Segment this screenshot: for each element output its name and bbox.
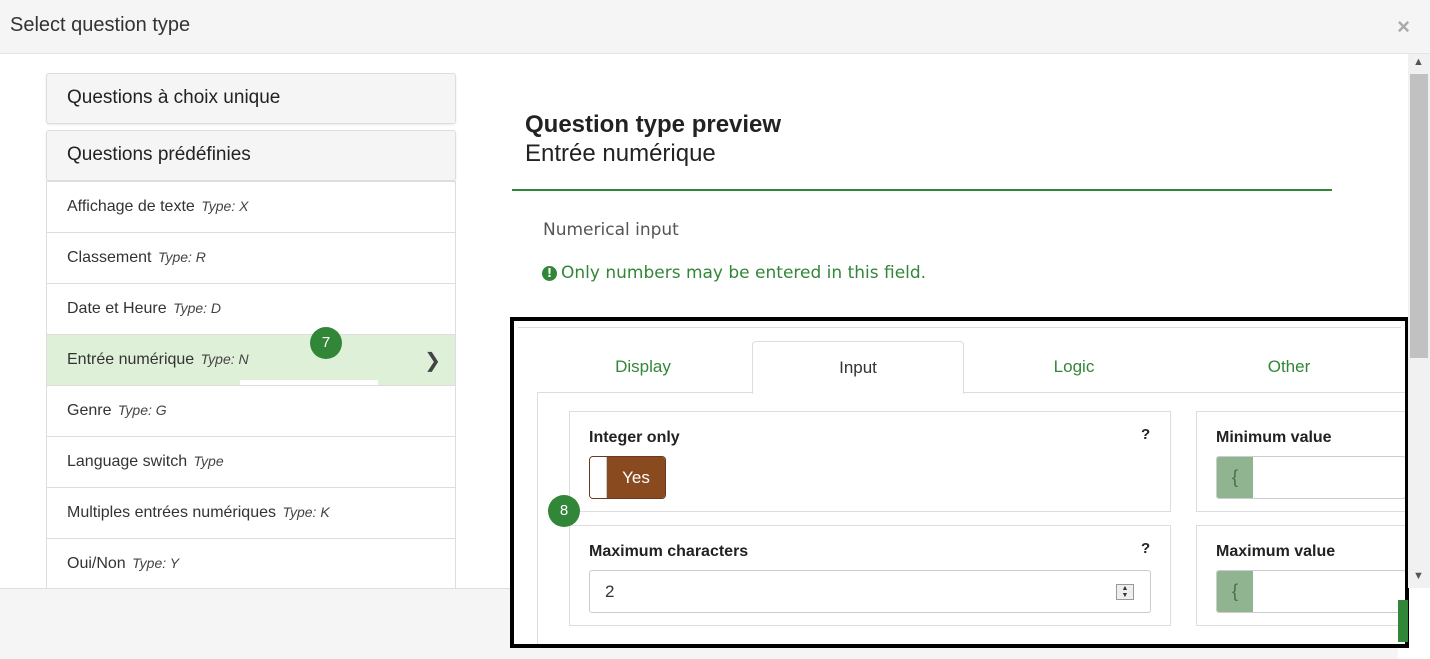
help-icon[interactable]: ? — [1141, 426, 1150, 443]
tab-input[interactable]: Input — [752, 341, 964, 394]
list-item-ranking[interactable]: Classement Type: R — [47, 232, 455, 283]
list-item-text-display[interactable]: Affichage de texte Type: X — [47, 181, 455, 232]
preview-tip: ! Only numbers may be entered in this fie… — [542, 263, 926, 283]
tab-logic[interactable]: Logic — [968, 341, 1180, 393]
question-type-list: Affichage de texte Type: X Classement Ty… — [46, 181, 456, 590]
list-item-type: Type: G — [117, 402, 167, 418]
preview-heading: Question type preview — [525, 111, 782, 138]
minimum-value-input[interactable]: { — [1216, 456, 1405, 499]
list-item-label: Genre — [67, 402, 112, 419]
list-item-label: Entrée numérique — [67, 351, 195, 368]
scrollbar-thumb[interactable] — [1410, 74, 1428, 358]
integer-only-toggle[interactable]: Yes — [589, 456, 666, 499]
tab-other[interactable]: Other — [1183, 341, 1395, 393]
list-item-yes-no[interactable]: Oui/Non Type: Y — [47, 538, 455, 589]
close-button[interactable]: × — [1397, 14, 1410, 40]
list-item-label: Language switch — [67, 453, 188, 470]
step-badge-8: 8 — [548, 495, 580, 527]
minimum-value-card: Minimum value { — [1196, 411, 1405, 512]
list-item-type: Type: X — [201, 198, 249, 214]
modal-title: Select question type — [10, 14, 191, 36]
toggle-knob — [590, 457, 607, 498]
group-single-choice[interactable]: Questions à choix unique — [46, 73, 456, 124]
list-item-label: Oui/Non — [67, 555, 126, 572]
save-button-edge[interactable] — [1398, 600, 1408, 642]
max-characters-value: 2 — [605, 582, 615, 601]
exclamation-circle-icon: ! — [542, 266, 557, 281]
toggle-on-label: Yes — [607, 457, 665, 498]
list-item-label: Affichage de texte — [67, 198, 195, 215]
list-item-type: Type: D — [173, 300, 222, 316]
list-item-multiple-numerical[interactable]: Multiples entrées numériques Type: K — [47, 487, 455, 538]
max-characters-input[interactable]: 2 ▲ ▼ — [589, 570, 1151, 613]
integer-only-card: Integer only ? Yes — [569, 411, 1171, 512]
preview-divider — [512, 189, 1332, 191]
list-item-type: Type: N — [200, 351, 249, 367]
list-item-numerical-input[interactable]: Entrée numérique Type: N ❯ — [47, 334, 455, 386]
vertical-scrollbar[interactable]: ▲ ▼ — [1408, 54, 1430, 588]
help-icon[interactable]: ? — [1141, 540, 1150, 557]
list-item-label: Classement — [67, 249, 152, 266]
list-item-type: Type: Y — [132, 555, 180, 571]
scroll-up-icon[interactable]: ▲ — [1413, 56, 1424, 68]
settings-highlight-frame: Display Input Logic Other Integer only ?… — [510, 317, 1409, 648]
maximum-value-card: Maximum value { — [1196, 525, 1405, 626]
tab-display[interactable]: Display — [537, 341, 749, 393]
list-item-type: Type — [193, 453, 224, 469]
integer-only-label: Integer only — [589, 429, 680, 446]
list-item-type: Type: R — [157, 249, 206, 265]
preview-question-text: Numerical input — [543, 220, 679, 240]
preview-subtitle: Entrée numérique — [525, 140, 716, 167]
group-predefined[interactable]: Questions prédéfinies — [46, 130, 456, 181]
max-characters-card: Maximum characters ? 2 ▲ ▼ — [569, 525, 1171, 626]
list-item-label: Date et Heure — [67, 300, 167, 317]
max-characters-label: Maximum characters — [589, 543, 749, 560]
list-item-gender[interactable]: Genre Type: G — [47, 385, 455, 436]
modal-header: Select question type × — [0, 0, 1430, 54]
step-badge-7: 7 — [310, 327, 342, 359]
tab-pane-border — [537, 392, 538, 644]
number-spinner-icon[interactable]: ▲ ▼ — [1116, 584, 1134, 600]
question-type-list-panel: Questions à choix unique Questions prédé… — [46, 73, 456, 590]
scroll-down-icon[interactable]: ▼ — [1413, 570, 1424, 582]
maximum-value-label: Maximum value — [1216, 543, 1336, 560]
list-item-label: Multiples entrées numériques — [67, 504, 276, 521]
maximum-value-input[interactable]: { — [1216, 570, 1405, 613]
minimum-value-label: Minimum value — [1216, 429, 1332, 446]
chevron-right-icon: ❯ — [424, 350, 441, 372]
list-item-language-switch[interactable]: Language switch Type — [47, 436, 455, 487]
frame-top-rule — [518, 327, 1401, 328]
list-item-type: Type: K — [282, 504, 330, 520]
list-item-date-time[interactable]: Date et Heure Type: D — [47, 283, 455, 334]
expression-brace-icon: { — [1217, 457, 1253, 498]
expression-brace-icon: { — [1217, 571, 1253, 612]
preview-tip-text: Only numbers may be entered in this fiel… — [561, 263, 927, 283]
